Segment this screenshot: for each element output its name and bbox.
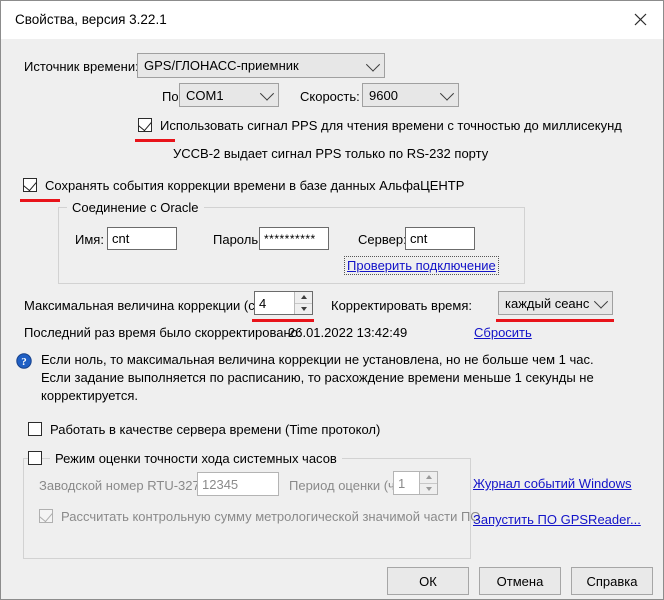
pps-note: УССВ-2 выдает сигнал PPS только по RS-23… xyxy=(173,146,489,161)
oracle-name-label: Имя: xyxy=(75,232,104,247)
time-source-value: GPS/ГЛОНАСС-приемник xyxy=(144,58,299,73)
time-source-label: Источник времени: xyxy=(24,59,139,74)
checkmark-icon xyxy=(23,177,37,192)
serial-number-label: Заводской номер RTU-327: xyxy=(39,478,204,493)
speed-label: Скорость: xyxy=(300,89,360,104)
max-correction-spinner[interactable]: 4 xyxy=(254,291,313,315)
oracle-server-label: Сервер: xyxy=(358,232,407,247)
properties-dialog: Свойства, версия 3.22.1 Источник времени… xyxy=(0,0,664,600)
port-value: COM1 xyxy=(186,87,224,103)
time-server-checkbox[interactable] xyxy=(28,422,42,436)
speed-combo[interactable]: 9600 xyxy=(362,83,459,107)
oracle-server-input[interactable]: cnt xyxy=(405,227,475,250)
chevron-down-icon xyxy=(590,294,612,309)
period-label: Период оценки (ч.): xyxy=(289,478,407,493)
save-events-checkbox[interactable] xyxy=(23,177,37,192)
last-corrected-value: 26.01.2022 13:42:49 xyxy=(288,325,408,340)
svg-text:?: ? xyxy=(21,356,27,368)
annotation-underline-max-correction xyxy=(252,319,314,322)
spinner-buttons[interactable] xyxy=(294,292,312,314)
correct-time-combo[interactable]: каждый сеанс xyxy=(498,291,613,315)
accuracy-mode-checkbox-label: Режим оценки точности хода системных час… xyxy=(50,451,342,466)
oracle-group-title: Соединение с Oracle xyxy=(67,200,204,215)
oracle-password-input[interactable]: ********** xyxy=(259,227,329,250)
info-line-1: Если ноль, то максимальная величина корр… xyxy=(41,352,594,367)
period-spinner: 1 xyxy=(393,471,438,495)
checkmark-icon xyxy=(138,117,152,132)
correct-time-value: каждый сеанс xyxy=(505,295,590,311)
help-icon: ? xyxy=(16,353,32,369)
window-title: Свойства, версия 3.22.1 xyxy=(15,12,167,27)
gpsreader-link[interactable]: Запустить ПО GPSReader... xyxy=(473,512,641,527)
time-source-combo[interactable]: GPS/ГЛОНАСС-приемник xyxy=(137,53,385,78)
info-line-3: корректируется. xyxy=(41,388,138,403)
pps-checkbox[interactable] xyxy=(138,117,152,132)
title-bar: Свойства, версия 3.22.1 xyxy=(1,1,663,39)
cancel-button[interactable]: Отмена xyxy=(479,567,561,595)
correct-time-label: Корректировать время: xyxy=(331,298,473,313)
chevron-down-icon xyxy=(256,86,278,101)
port-combo[interactable]: COM1 xyxy=(179,83,279,107)
close-button[interactable] xyxy=(617,1,663,38)
checksum-checkbox xyxy=(39,508,53,523)
checkmark-icon xyxy=(39,508,53,523)
close-icon xyxy=(634,13,647,26)
time-server-checkbox-label: Работать в качестве сервера времени (Tim… xyxy=(50,422,381,437)
annotation-underline-correct-time xyxy=(496,319,614,322)
max-correction-label: Максимальная величина коррекции (с): xyxy=(24,298,263,313)
speed-value: 9600 xyxy=(369,87,398,103)
max-correction-value: 4 xyxy=(259,295,267,311)
spinner-up-icon[interactable] xyxy=(295,292,312,304)
annotation-underline-pps xyxy=(135,139,175,142)
last-corrected-label: Последний раз время было скорректировано… xyxy=(24,325,302,340)
test-connection-link[interactable]: Проверить подключение xyxy=(344,256,499,275)
info-line-2: Если задание выполняется по расписанию, … xyxy=(41,370,594,385)
spinner-up-icon xyxy=(420,472,437,484)
chevron-down-icon xyxy=(436,86,458,101)
annotation-underline-save-events xyxy=(20,199,60,202)
help-button[interactable]: Справка xyxy=(571,567,653,595)
event-log-link[interactable]: Журнал событий Windows xyxy=(473,476,632,491)
oracle-password-label: Пароль: xyxy=(213,232,262,247)
ok-button[interactable]: ОК xyxy=(387,567,469,595)
checksum-checkbox-label: Рассчитать контрольную сумму метрологиче… xyxy=(61,509,481,524)
reset-link[interactable]: Сбросить xyxy=(474,325,532,340)
dialog-body: Источник времени: GPS/ГЛОНАСС-приемник П… xyxy=(1,39,663,599)
spinner-down-icon xyxy=(420,483,437,494)
serial-number-input: 12345 xyxy=(197,472,279,496)
accuracy-mode-checkbox[interactable] xyxy=(28,451,42,465)
chevron-down-icon xyxy=(362,57,384,72)
period-value: 1 xyxy=(398,475,406,491)
save-events-checkbox-label: Сохранять события коррекции времени в ба… xyxy=(45,178,465,193)
spinner-down-icon[interactable] xyxy=(295,303,312,314)
pps-checkbox-label: Использовать сигнал PPS для чтения време… xyxy=(160,118,622,133)
oracle-name-input[interactable]: cnt xyxy=(107,227,177,250)
spinner-buttons xyxy=(419,472,437,494)
